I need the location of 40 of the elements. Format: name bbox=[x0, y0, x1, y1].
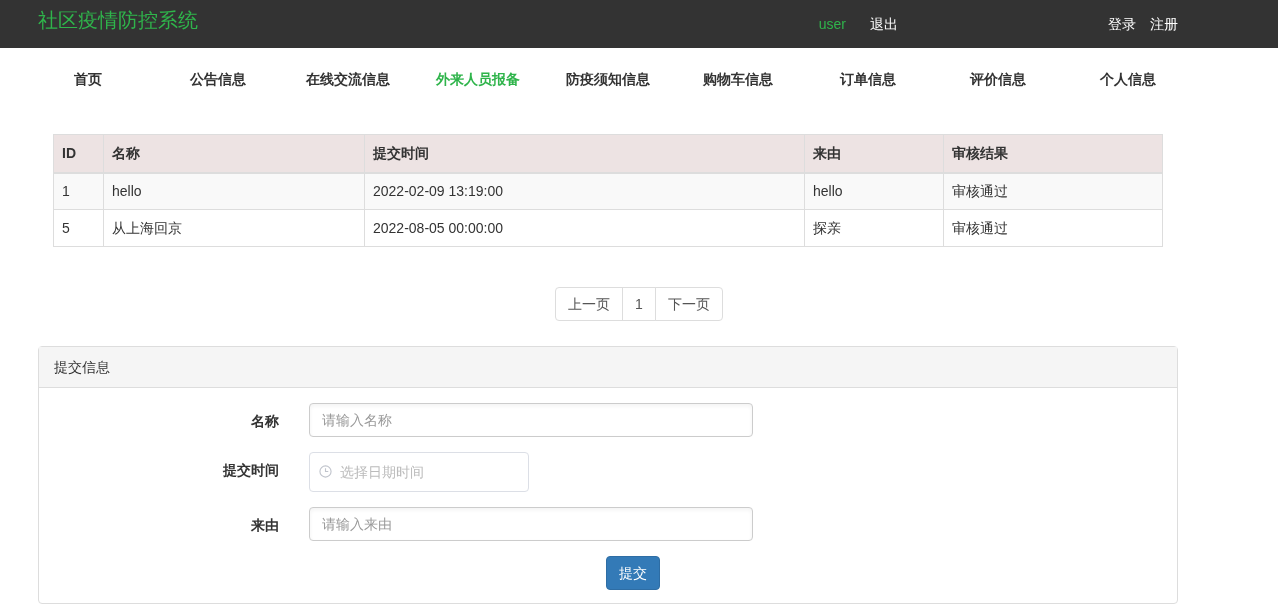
column-header: 名称 bbox=[103, 134, 365, 173]
field-label: 来由 bbox=[250, 516, 280, 535]
column-header: 审核结果 bbox=[943, 134, 1163, 173]
page-button[interactable]: 1 bbox=[622, 287, 656, 321]
table-cell: hello bbox=[103, 172, 365, 210]
table-cell: 从上海回京 bbox=[103, 209, 365, 247]
logout-link[interactable]: 退出 bbox=[870, 13, 898, 35]
field-label: 提交时间 bbox=[222, 461, 280, 480]
input-field[interactable]: 请输入来由 bbox=[309, 507, 753, 541]
table-cell: 审核通过 bbox=[943, 172, 1163, 210]
table-cell: 1 bbox=[53, 172, 104, 210]
site-title: 社区疫情防控系统 bbox=[38, 8, 198, 33]
nav-tab[interactable]: 订单信息 bbox=[840, 68, 896, 90]
datetime-field[interactable]: 选择日期时间 bbox=[309, 452, 529, 492]
table-cell: 5 bbox=[53, 209, 104, 247]
nav-tab[interactable]: 评价信息 bbox=[970, 68, 1026, 90]
table-cell: 探亲 bbox=[804, 209, 944, 247]
nav-tab[interactable]: 在线交流信息 bbox=[306, 68, 390, 90]
previous-page-button[interactable]: 上一页 bbox=[555, 287, 624, 321]
header-link[interactable]: 登录 bbox=[1108, 13, 1136, 35]
panel-title: 提交信息 bbox=[54, 357, 110, 377]
submit-button[interactable]: 提交 bbox=[606, 556, 660, 590]
table-cell: 审核通过 bbox=[943, 209, 1163, 247]
nav-tab[interactable]: 防疫须知信息 bbox=[566, 68, 650, 90]
nav-tab[interactable]: 首页 bbox=[74, 68, 102, 90]
next-page-button[interactable]: 下一页 bbox=[654, 287, 723, 321]
column-header: ID bbox=[53, 134, 104, 173]
input-field[interactable]: 请输入名称 bbox=[309, 403, 753, 437]
nav-tab[interactable]: 购物车信息 bbox=[703, 68, 773, 90]
clock-icon bbox=[319, 465, 332, 478]
nav-tab[interactable]: 公告信息 bbox=[190, 68, 246, 90]
table-cell: 2022-08-05 00:00:00 bbox=[364, 209, 805, 247]
user-link[interactable]: user bbox=[818, 13, 846, 35]
header-link[interactable]: 注册 bbox=[1150, 13, 1178, 35]
column-header: 来由 bbox=[804, 134, 944, 173]
table-cell: hello bbox=[804, 172, 944, 210]
table-cell: 2022-02-09 13:19:00 bbox=[364, 172, 805, 210]
nav-tab[interactable]: 个人信息 bbox=[1100, 68, 1156, 90]
field-label: 名称 bbox=[250, 412, 280, 431]
column-header: 提交时间 bbox=[364, 134, 805, 173]
